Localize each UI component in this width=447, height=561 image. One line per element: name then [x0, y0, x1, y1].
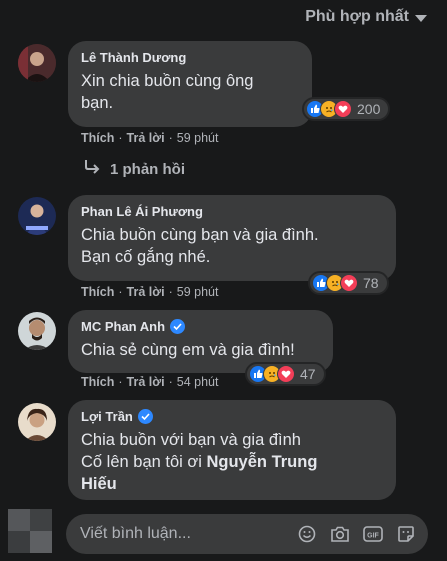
comment-author[interactable]: Lê Thành Dương [81, 50, 298, 65]
comment-line: Cố lên bạn tôi ơi Nguyễn Trung [81, 451, 382, 473]
separator: · [118, 285, 123, 299]
author-name: Lê Thành Dương [81, 50, 187, 65]
comment-bubble: Lê Thành Dương Xin chia buồn cùng ông bạ… [68, 41, 312, 127]
composer-icons: GIF [297, 524, 416, 544]
comment-text: Xin chia buồn cùng ông bạn. [81, 70, 298, 114]
reply-link[interactable]: Trả lời [127, 285, 165, 299]
comment-author[interactable]: MC Phan Anh [81, 319, 319, 334]
author-name: Lợi Trần [81, 409, 133, 424]
comment-bubble: Phan Lê Ái Phương Chia buồn cùng bạn và … [68, 195, 396, 281]
author-name: MC Phan Anh [81, 319, 166, 334]
timestamp[interactable]: 59 phút [177, 131, 219, 145]
separator: · [118, 131, 123, 145]
separator: · [168, 285, 173, 299]
avatar[interactable] [8, 509, 52, 553]
comment-line-text: Cố lên bạn tôi ơi [81, 453, 207, 471]
reactions-summary[interactable]: 200 [302, 97, 391, 121]
reply-link[interactable]: Trả lời [127, 131, 165, 145]
love-icon [277, 365, 295, 383]
view-replies-link[interactable]: 1 phản hồi [84, 160, 185, 178]
comment-author[interactable]: Lợi Trần [81, 409, 382, 424]
camera-icon[interactable] [330, 524, 350, 544]
reply-arrow-icon [84, 160, 100, 178]
gif-icon[interactable]: GIF [363, 524, 383, 544]
author-name: Phan Lê Ái Phương [81, 204, 203, 219]
reaction-count: 47 [300, 366, 316, 382]
emoji-icon[interactable] [297, 524, 317, 544]
avatar[interactable] [18, 197, 56, 235]
separator: · [118, 375, 123, 389]
comment-line: Xin chia buồn cùng ông [81, 72, 254, 90]
comment-author[interactable]: Phan Lê Ái Phương [81, 204, 382, 219]
avatar[interactable] [18, 403, 56, 441]
comment-text: Chia buồn với bạn và gia đình Cố lên bạn… [81, 429, 382, 495]
svg-text:GIF: GIF [367, 533, 379, 540]
comment-text: Chia buồn cùng bạn và gia đình. Bạn cố g… [81, 224, 382, 268]
sticker-icon[interactable] [396, 524, 416, 544]
like-link[interactable]: Thích [81, 285, 114, 299]
like-link[interactable]: Thích [81, 375, 114, 389]
comment-actions: Thích · Trả lời · 54 phút [81, 375, 218, 389]
reply-link[interactable]: Trả lời [127, 375, 165, 389]
reaction-count: 78 [363, 275, 379, 291]
timestamp[interactable]: 59 phút [177, 285, 219, 299]
comment-actions: Thích · Trả lời · 59 phút [81, 131, 218, 145]
like-link[interactable]: Thích [81, 131, 114, 145]
verified-badge-icon [137, 409, 153, 424]
comment-composer: GIF [0, 503, 447, 561]
comment-text: Chia sẻ cùng em và gia đình! [81, 339, 319, 361]
mention-link[interactable]: Hiếu [81, 475, 117, 493]
comment-line: Chia sẻ cùng em và gia đình! [81, 341, 295, 359]
separator: · [168, 375, 173, 389]
avatar[interactable] [18, 44, 56, 82]
separator: · [168, 131, 173, 145]
comment-line: Chia buồn với bạn và gia đình [81, 431, 301, 449]
avatar[interactable] [18, 312, 56, 350]
comment-input-box[interactable]: GIF [66, 514, 428, 554]
comment-line: Bạn cố gắng nhé. [81, 248, 211, 266]
reactions-summary[interactable]: 78 [308, 271, 389, 295]
mention-link[interactable]: Nguyễn Trung [206, 453, 317, 471]
love-icon [340, 274, 358, 292]
love-icon [334, 100, 352, 118]
comment-line: Hiếu [81, 473, 382, 495]
caret-down-icon [415, 14, 427, 22]
comment-line: bạn. [81, 94, 114, 112]
comment-actions: Thích · Trả lời · 59 phút [81, 285, 218, 299]
replies-count-label: 1 phản hồi [110, 160, 185, 178]
comment-input[interactable] [80, 525, 280, 543]
sort-label: Phù hợp nhất [305, 8, 409, 25]
timestamp[interactable]: 54 phút [177, 375, 219, 389]
reaction-count: 200 [357, 101, 381, 117]
sort-dropdown[interactable]: Phù hợp nhất [305, 8, 427, 26]
comment-bubble: Lợi Trần Chia buồn với bạn và gia đình C… [68, 400, 396, 500]
reactions-summary[interactable]: 47 [245, 362, 326, 386]
comment-line: Chia buồn cùng bạn và gia đình. [81, 226, 319, 244]
verified-badge-icon [170, 319, 186, 334]
